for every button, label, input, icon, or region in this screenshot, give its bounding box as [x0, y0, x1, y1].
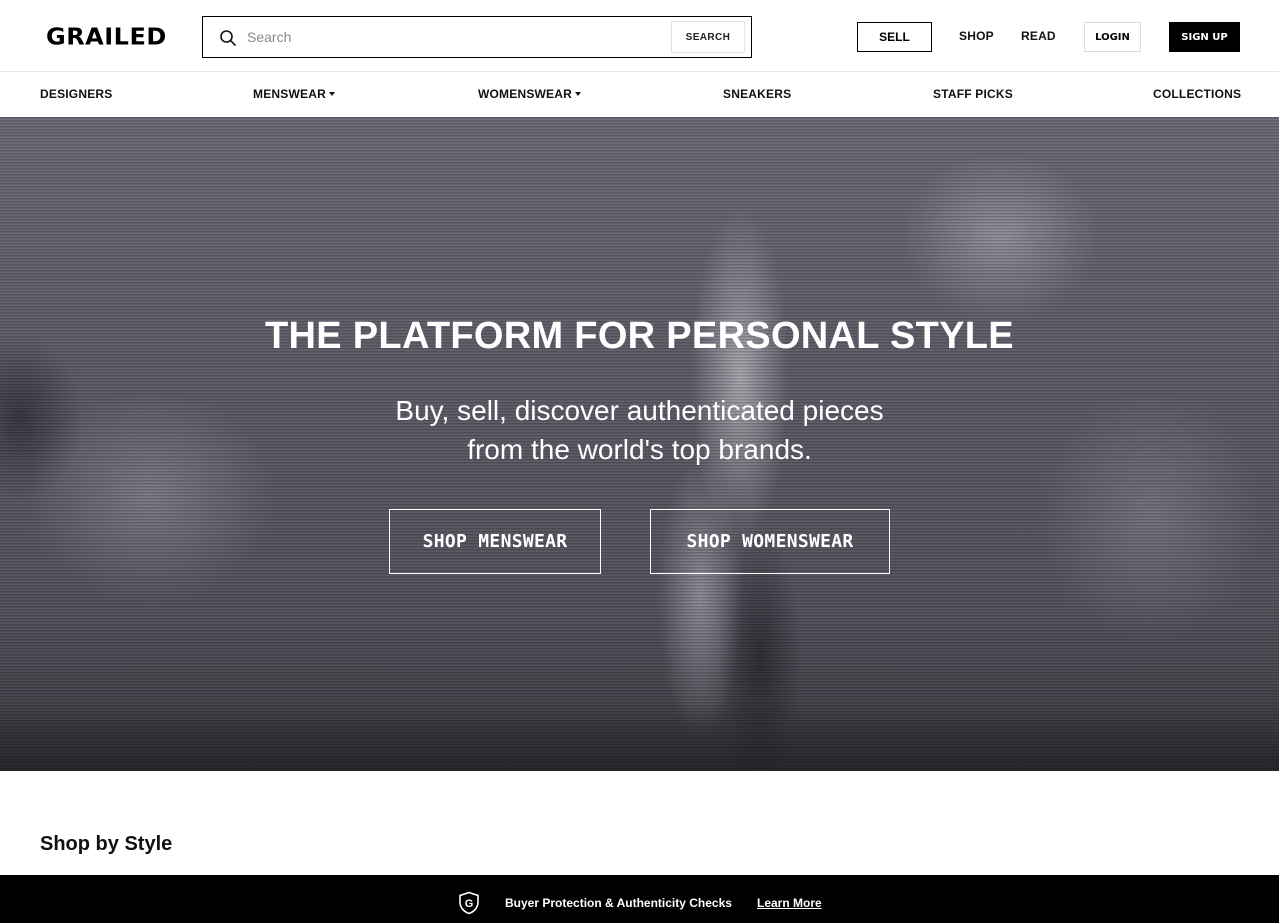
shield-g-icon: G [459, 891, 479, 915]
category-label: SNEAKERS [723, 87, 792, 101]
category-label: STAFF PICKS [933, 87, 1013, 101]
hero-subtitle: Buy, sell, discover authenticated pieces… [0, 391, 1279, 469]
caret-down-icon [328, 91, 335, 96]
site-header: GRAILED SEARCH SELL SHOP READ LOGIN SIGN… [0, 0, 1279, 72]
category-menswear[interactable]: MENSWEAR [253, 87, 335, 101]
section-title: Shop by Style [40, 833, 173, 855]
hero-banner: THE PLATFORM FOR PERSONAL STYLE Buy, sel… [0, 117, 1279, 771]
caret-down-icon [575, 91, 581, 96]
search-bar: SEARCH [202, 16, 752, 58]
category-label: DESIGNERS [40, 87, 113, 101]
sell-button[interactable]: SELL [857, 22, 932, 52]
svg-text:G: G [465, 898, 474, 910]
category-sneakers[interactable]: SNEAKERS [723, 87, 791, 101]
shop-womenswear-button[interactable]: SHOP WOMENSWEAR [650, 509, 890, 574]
buyer-protection-banner: G Buyer Protection & Authenticity Checks… [0, 875, 1279, 923]
shop-link[interactable]: SHOP [959, 29, 994, 43]
read-link[interactable]: READ [1021, 29, 1056, 43]
login-button[interactable]: LOGIN [1084, 22, 1141, 52]
category-nav: DESIGNERS MENSWEAR WOMENSWEAR SNEAKERS S… [0, 72, 1279, 117]
category-label: WOMENSWEAR [478, 87, 572, 101]
category-womenswear[interactable]: WOMENSWEAR [478, 87, 581, 101]
shop-menswear-button[interactable]: SHOP MENSWEAR [389, 509, 601, 574]
hero-subtitle-line: from the world's top brands. [467, 434, 812, 465]
category-designers[interactable]: DESIGNERS [40, 87, 112, 101]
category-label: COLLECTIONS [1153, 87, 1242, 101]
category-label: MENSWEAR [253, 87, 326, 101]
category-staff-picks[interactable]: STAFF PICKS [933, 87, 1013, 101]
grailed-logo[interactable]: GRAILED [46, 26, 167, 49]
hero-subtitle-line: Buy, sell, discover authenticated pieces [395, 395, 884, 426]
learn-more-link[interactable]: Learn More [757, 896, 822, 910]
search-button[interactable]: SEARCH [671, 21, 745, 53]
search-input[interactable] [247, 25, 667, 49]
signup-button[interactable]: SIGN UP [1169, 22, 1240, 52]
banner-text: Buyer Protection & Authenticity Checks [505, 896, 732, 910]
hero-title: THE PLATFORM FOR PERSONAL STYLE [265, 315, 1014, 357]
search-icon [220, 30, 236, 46]
category-collections[interactable]: COLLECTIONS [1153, 87, 1241, 101]
